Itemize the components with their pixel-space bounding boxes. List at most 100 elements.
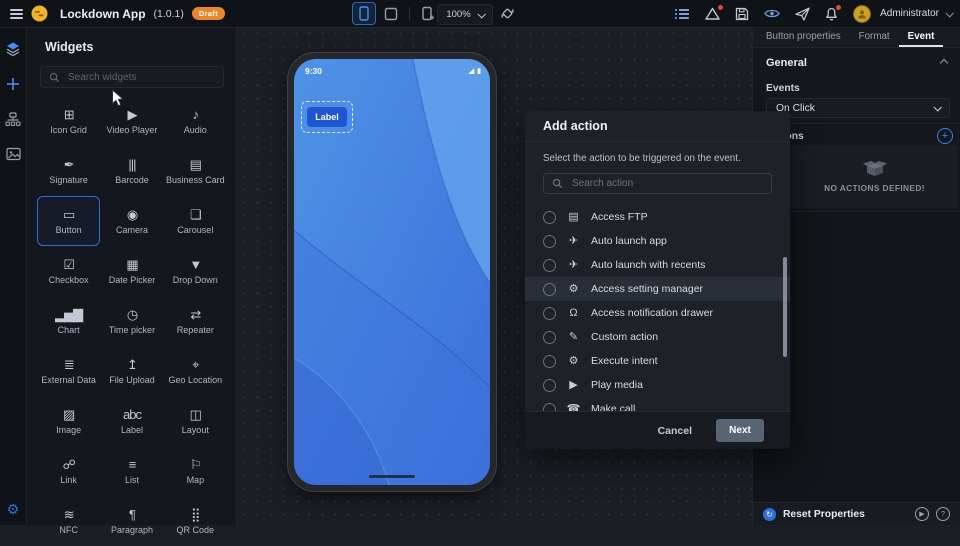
widget-tile[interactable]: ▭ Button: [37, 196, 100, 246]
list-lines-icon: [675, 8, 690, 20]
widget-tile[interactable]: ✒ Signature: [37, 146, 100, 196]
widget-label: Label: [121, 425, 143, 435]
widget-tile[interactable]: ▤ Business Card: [164, 146, 227, 196]
action-row[interactable]: ⚙ Access setting manager: [525, 277, 790, 301]
radio-button[interactable]: [543, 307, 556, 320]
radio-button[interactable]: [543, 403, 556, 412]
widget-tile[interactable]: ≣ External Data: [37, 346, 100, 396]
battery-icon: ▮: [477, 67, 481, 75]
widget-tile[interactable]: ◉ Camera: [100, 196, 163, 246]
reset-properties-button[interactable]: Reset Properties: [783, 509, 908, 520]
warnings-button[interactable]: [705, 7, 720, 20]
widget-search-box[interactable]: [40, 66, 224, 88]
widget-tile[interactable]: ≡ List: [100, 446, 163, 496]
radio-button[interactable]: [543, 379, 556, 392]
radio-button[interactable]: [543, 211, 556, 224]
widget-tile[interactable]: ◫ Layout: [164, 396, 227, 446]
action-search-input[interactable]: [570, 177, 763, 190]
qr-code-icon: ⣿: [191, 507, 200, 523]
cancel-button[interactable]: Cancel: [658, 425, 692, 437]
add-action-button[interactable]: +: [937, 128, 953, 144]
save-button[interactable]: [735, 7, 749, 21]
user-icon: [857, 9, 867, 19]
widget-label: External Data: [41, 375, 96, 385]
widget-tile[interactable]: ⣿ QR Code: [164, 496, 227, 546]
widget-tile[interactable]: ▂▅▇ Chart: [37, 296, 100, 346]
radio-button[interactable]: [543, 355, 556, 368]
widget-tile[interactable]: ▶ Video Player: [100, 96, 163, 146]
action-label: Custom action: [591, 331, 658, 343]
help-button[interactable]: ?: [936, 507, 950, 521]
widget-tile[interactable]: ♪ Audio: [164, 96, 227, 146]
widget-tile[interactable]: ⊞ Icon Grid: [37, 96, 100, 146]
changelog-button[interactable]: [675, 8, 690, 20]
preview-button[interactable]: [764, 8, 780, 19]
scrollbar-thumb[interactable]: [783, 257, 787, 357]
widget-tile[interactable]: ◷ Time picker: [100, 296, 163, 346]
zoom-select[interactable]: 100%: [437, 4, 493, 25]
tour-play-button[interactable]: ▶: [915, 507, 929, 521]
modal-subtitle: Select the action to be triggered on the…: [525, 142, 790, 164]
sidebar-item-media[interactable]: [4, 145, 22, 163]
widgets-panel-title: Widgets: [45, 40, 94, 54]
action-label: Access FTP: [591, 211, 648, 223]
event-trigger-select[interactable]: On Click: [766, 98, 950, 118]
widget-label: Image: [56, 425, 81, 435]
user-menu-chevron-icon[interactable]: [945, 9, 953, 17]
action-row[interactable]: Ω Access notification drawer: [525, 301, 790, 325]
rotate-device-button[interactable]: [500, 6, 515, 21]
widget-tile[interactable]: ↥ File Upload: [100, 346, 163, 396]
carousel-icon: ❏: [190, 207, 201, 223]
menu-button[interactable]: [10, 9, 23, 19]
widget-tile[interactable]: ▦ Date Picker: [100, 246, 163, 296]
widget-tile[interactable]: ❏ Carousel: [164, 196, 227, 246]
phone-add-icon: [421, 6, 435, 21]
widget-tile[interactable]: ⇄ Repeater: [164, 296, 227, 346]
general-section-header[interactable]: General: [766, 57, 947, 69]
phone-call-icon: ☎: [566, 404, 581, 412]
widget-tile[interactable]: ||| Barcode: [100, 146, 163, 196]
widget-tile[interactable]: abc Label: [100, 396, 163, 446]
device-phone-button[interactable]: [352, 2, 376, 25]
widget-tile[interactable]: ☍ Link: [37, 446, 100, 496]
device-tablet-button[interactable]: [379, 2, 403, 25]
widget-tile[interactable]: ▼ Drop Down: [164, 246, 227, 296]
zoom-value: 100%: [446, 9, 470, 20]
sitemap-icon: [5, 112, 21, 127]
sidebar-item-settings[interactable]: ⚙: [4, 500, 22, 518]
sidebar-item-widgets[interactable]: [4, 40, 22, 58]
widget-tile[interactable]: ≋ NFC: [37, 496, 100, 546]
radio-button[interactable]: [543, 283, 556, 296]
action-row[interactable]: ✈ Auto launch app: [525, 229, 790, 253]
publish-button[interactable]: [795, 7, 810, 21]
tab-button-properties[interactable]: Button properties: [757, 27, 850, 47]
widget-tile[interactable]: ¶ Paragraph: [100, 496, 163, 546]
widget-tile[interactable]: ⌖ Geo Location: [164, 346, 227, 396]
widget-tile[interactable]: ▨ Image: [37, 396, 100, 446]
tab-format[interactable]: Format: [850, 27, 899, 47]
label-widget-selection[interactable]: Label: [301, 101, 353, 133]
action-search-box[interactable]: [543, 173, 772, 194]
label-widget[interactable]: Label: [307, 107, 347, 127]
signal-icon: ◢: [469, 67, 474, 75]
action-row[interactable]: ▶ Play media: [525, 373, 790, 397]
widget-search-input[interactable]: [66, 71, 215, 84]
notifications-button[interactable]: [825, 7, 838, 21]
widget-tile[interactable]: ⚐ Map: [164, 446, 227, 496]
radio-button[interactable]: [543, 235, 556, 248]
action-row[interactable]: ✎ Custom action: [525, 325, 790, 349]
search-icon: [49, 72, 60, 83]
tab-event[interactable]: Event: [899, 27, 944, 47]
action-row[interactable]: ✈ Auto launch with recents: [525, 253, 790, 277]
phone-screen[interactable]: 9:30 ◢ ▮ Label: [294, 59, 490, 485]
sidebar-item-hierarchy[interactable]: [4, 110, 22, 128]
radio-button[interactable]: [543, 331, 556, 344]
next-button[interactable]: Next: [716, 419, 764, 442]
action-row[interactable]: ☎ Make call: [525, 397, 790, 411]
radio-button[interactable]: [543, 259, 556, 272]
sidebar-item-add-page[interactable]: [4, 75, 22, 93]
action-row[interactable]: ▤ Access FTP: [525, 205, 790, 229]
action-label: Make call: [591, 403, 635, 411]
action-row[interactable]: ⚙ Execute intent: [525, 349, 790, 373]
widget-tile[interactable]: ☑ Checkbox: [37, 246, 100, 296]
